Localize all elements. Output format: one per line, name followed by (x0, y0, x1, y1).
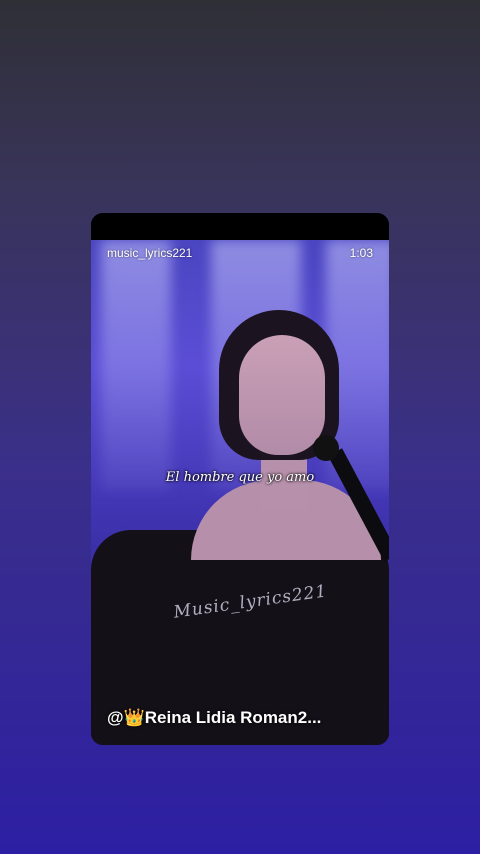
singer-face (239, 335, 325, 455)
creator-tag[interactable]: @👑Reina Lidia Roman2... (107, 708, 321, 728)
story-username[interactable]: music_lyrics221 (107, 246, 192, 260)
story-top-band (91, 213, 389, 240)
video-frame[interactable]: Music_lyrics221 (91, 240, 389, 745)
story-duration: 1:03 (349, 246, 373, 260)
lyric-caption: El hombre que yo amo (165, 470, 315, 485)
stage-curtain (101, 240, 171, 490)
microphone (313, 435, 339, 461)
story-card[interactable]: Music_lyrics221 music_lyrics221 1:03 El … (91, 213, 389, 745)
